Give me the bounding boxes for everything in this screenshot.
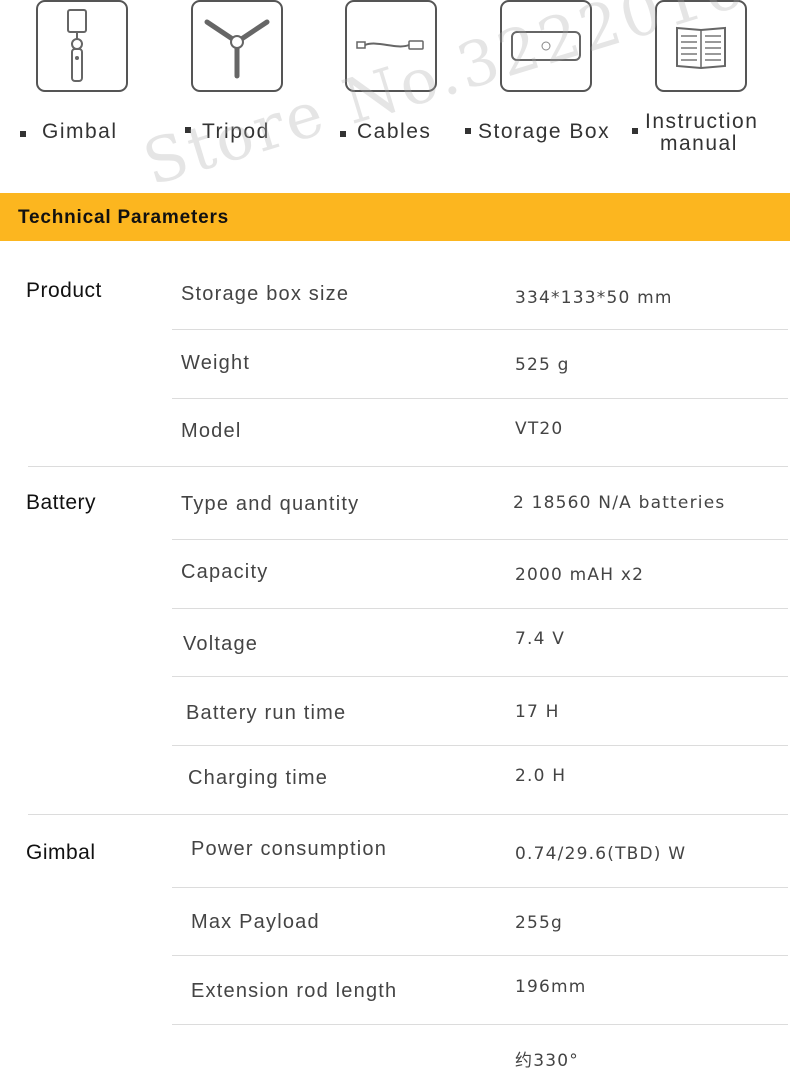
row-divider bbox=[172, 398, 788, 399]
param-label: Weight bbox=[181, 352, 251, 374]
row-divider bbox=[172, 329, 788, 330]
bullet-icon bbox=[632, 128, 638, 134]
param-value: 17 H bbox=[515, 702, 560, 722]
param-value: VT20 bbox=[515, 419, 564, 439]
tripod-icon bbox=[191, 0, 283, 92]
package-label-manual-line1: Instruction bbox=[645, 110, 759, 133]
technical-parameters-banner: Technical Parameters bbox=[0, 193, 790, 241]
cable-icon bbox=[345, 0, 437, 92]
bullet-icon bbox=[185, 127, 191, 133]
category-battery: Battery bbox=[26, 491, 97, 514]
section-divider bbox=[28, 466, 788, 467]
row-divider bbox=[172, 745, 788, 746]
param-value: 255g bbox=[515, 913, 564, 933]
param-label: Voltage bbox=[183, 633, 259, 655]
param-label: Charging time bbox=[188, 767, 329, 789]
param-value: 196mm bbox=[515, 977, 587, 997]
package-label-manual-line2: manual bbox=[660, 132, 738, 155]
param-label: Storage box size bbox=[181, 283, 350, 305]
bullet-icon bbox=[20, 131, 26, 137]
param-value: 525 g bbox=[515, 355, 570, 375]
param-value: 0.74/29.6(TBD) W bbox=[515, 844, 687, 864]
category-product: Product bbox=[26, 279, 102, 302]
param-label: Model bbox=[181, 420, 242, 442]
param-value-partial: 约330° bbox=[515, 1051, 579, 1071]
row-divider bbox=[172, 676, 788, 677]
row-divider bbox=[172, 539, 788, 540]
param-value: 2000 mAH x2 bbox=[515, 565, 645, 585]
param-value: 334*133*50 mm bbox=[515, 288, 673, 308]
package-contents: Gimbal Tripod Cables Storage Box Instruc… bbox=[0, 0, 790, 193]
category-gimbal: Gimbal bbox=[26, 841, 96, 864]
param-label: Type and quantity bbox=[181, 493, 360, 515]
package-label-gimbal: Gimbal bbox=[42, 120, 118, 143]
bullet-icon bbox=[465, 128, 471, 134]
param-value: 2 18560 N/A batteries bbox=[513, 493, 726, 513]
row-divider bbox=[172, 955, 788, 956]
row-divider bbox=[172, 608, 788, 609]
banner-title: Technical Parameters bbox=[18, 207, 230, 228]
param-label: Battery run time bbox=[186, 702, 347, 724]
row-divider bbox=[172, 887, 788, 888]
section-divider bbox=[28, 814, 788, 815]
param-value: 2.0 H bbox=[515, 766, 567, 786]
manual-icon bbox=[655, 0, 747, 92]
param-value: 7.4 V bbox=[515, 629, 566, 649]
package-label-storage-box: Storage Box bbox=[478, 120, 611, 143]
package-label-tripod: Tripod bbox=[202, 120, 270, 143]
bullet-icon bbox=[340, 131, 346, 137]
param-label: Capacity bbox=[181, 561, 269, 583]
param-label: Max Payload bbox=[191, 911, 320, 933]
gimbal-icon bbox=[36, 0, 128, 92]
package-label-cables: Cables bbox=[357, 120, 432, 143]
param-label: Extension rod length bbox=[191, 980, 398, 1002]
storage-box-icon bbox=[500, 0, 592, 92]
row-divider bbox=[172, 1024, 788, 1025]
param-label: Power consumption bbox=[191, 838, 388, 860]
